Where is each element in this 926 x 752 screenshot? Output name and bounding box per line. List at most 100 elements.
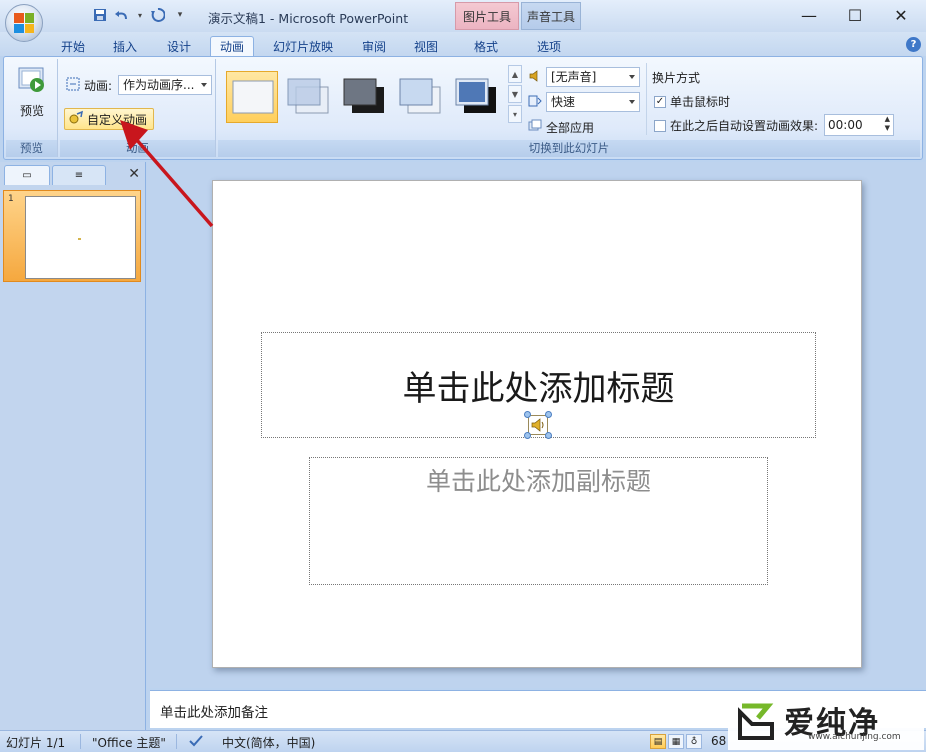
maximize-button[interactable]: ☐: [832, 0, 878, 30]
outline-tab-icon: ≡: [74, 170, 84, 181]
group-animations: 动画: 作为动画序... 自定义动画 动画: [60, 59, 216, 157]
transition-fade-black-option[interactable]: [338, 71, 390, 123]
apply-to-all-button[interactable]: 全部应用: [528, 119, 594, 136]
slides-tab[interactable]: ▭: [4, 165, 50, 185]
customize-qat-icon[interactable]: ▾: [172, 7, 188, 23]
close-button[interactable]: ✕: [878, 0, 924, 30]
tab-design[interactable]: 设计: [156, 36, 202, 56]
undo-icon[interactable]: [114, 7, 130, 23]
office-button[interactable]: [5, 4, 43, 42]
quick-access-toolbar: ▾ ▾: [50, 7, 188, 23]
normal-view-button[interactable]: ▤: [650, 734, 666, 749]
slide-show-view-button[interactable]: ♁: [686, 734, 702, 749]
animate-dropdown[interactable]: 作为动画序...: [118, 75, 212, 95]
tab-animations[interactable]: 动画: [210, 36, 254, 56]
custom-animation-icon: [68, 110, 84, 129]
tab-slide-show[interactable]: 幻灯片放映: [262, 36, 344, 56]
slide-show-icon: ♁: [690, 736, 698, 747]
slide-sorter-view-button[interactable]: ▦: [668, 734, 684, 749]
context-tab-picture-tools: 图片工具: [455, 2, 519, 30]
preview-button[interactable]: 预览: [14, 65, 50, 119]
tab-insert[interactable]: 插入: [104, 36, 146, 56]
tab-view[interactable]: 视图: [404, 36, 448, 56]
slide-thumbnail-row[interactable]: 1: [3, 190, 141, 282]
slides-pane-tabs: ▭ ≡ ✕: [0, 162, 146, 186]
auto-after-row[interactable]: 在此之后自动设置动画效果:: [654, 117, 818, 134]
transition-none-icon: [232, 80, 274, 114]
transition-fade-black-icon: [343, 78, 384, 113]
gallery-scroll-up-icon[interactable]: ▲: [508, 65, 522, 83]
spell-check-icon[interactable]: [188, 734, 204, 751]
thumbnail-sound-icon: [78, 238, 81, 240]
auto-after-label: 在此之后自动设置动画效果:: [670, 119, 819, 133]
animate-dropdown-value: 作为动画序...: [123, 78, 195, 92]
tab-options[interactable]: 选项: [526, 36, 572, 56]
transition-speed-dropdown[interactable]: 快速: [546, 92, 640, 112]
tab-home[interactable]: 开始: [52, 36, 94, 56]
on-mouse-click-checkbox[interactable]: ✓: [654, 95, 666, 108]
title-bar: ▾ ▾ 演示文稿1 - Microsoft PowerPoint 图片工具 声音…: [0, 0, 926, 32]
transition-cut-black-option[interactable]: [450, 71, 502, 123]
transition-sound-value: [无声音]: [551, 70, 597, 84]
advance-slide-heading-text: 换片方式: [652, 71, 701, 85]
office-logo-icon: [14, 13, 34, 33]
animate-row: 动画:: [66, 77, 112, 94]
auto-after-time-value: 00:00: [828, 118, 863, 132]
transition-fade-smoothly-option[interactable]: [282, 71, 334, 123]
gallery-scroll-down-icon[interactable]: ▼: [508, 85, 522, 103]
animate-icon: [66, 77, 80, 94]
undo-dropdown-icon[interactable]: ▾: [136, 7, 144, 23]
auto-after-checkbox[interactable]: [654, 119, 666, 132]
tab-format[interactable]: 格式: [463, 36, 509, 56]
slide-sorter-icon: ▦: [671, 736, 681, 747]
minimize-button[interactable]: —: [786, 0, 832, 30]
sound-object[interactable]: [524, 411, 552, 439]
speed-icon: [528, 94, 542, 111]
on-mouse-click-label: 单击鼠标时: [670, 95, 731, 109]
preview-icon: [17, 65, 47, 98]
on-mouse-click-row[interactable]: ✓ 单击鼠标时: [654, 93, 730, 110]
sound-icon: [528, 69, 542, 86]
transition-sound-dropdown[interactable]: [无声音]: [546, 67, 640, 87]
notes-placeholder: 单击此处添加备注: [160, 705, 268, 721]
group-divider: [646, 63, 647, 135]
watermark-logo-icon: [736, 702, 776, 742]
slide-thumbnail[interactable]: [25, 196, 136, 279]
gallery-more-icon[interactable]: ▾: [508, 105, 522, 123]
group-label-transition: 切换到此幻灯片: [218, 140, 920, 157]
ribbon-panel: 预览 预览 动画: 作为动画序... 自定义动画 动画 ▲ ▼ ▾ [无声音] …: [3, 56, 923, 160]
transition-sound-row: [528, 69, 542, 86]
advance-slide-heading: 换片方式: [652, 69, 700, 86]
redo-icon[interactable]: [150, 7, 166, 23]
zoom-level[interactable]: 68: [711, 734, 726, 748]
chevron-down-icon: [629, 100, 635, 104]
transition-cut-black-icon: [455, 78, 496, 113]
slide-canvas[interactable]: 单击此处添加标题 单击此处添加副标题: [212, 180, 862, 668]
outline-tab[interactable]: ≡: [52, 165, 106, 185]
transition-none-option[interactable]: [226, 71, 278, 123]
close-pane-icon[interactable]: ✕: [128, 166, 140, 182]
group-preview: 预览 预览: [6, 59, 58, 157]
group-label-animations: 动画: [60, 140, 215, 157]
resize-handle[interactable]: [524, 432, 531, 439]
transition-cut-option[interactable]: [394, 71, 446, 123]
resize-handle[interactable]: [545, 411, 552, 418]
group-transition: ▲ ▼ ▾ [无声音] 快速 全部应用 换片方式 ✓ 单击鼠标时 在此之后自动设…: [218, 59, 920, 157]
slide-count: 幻灯片 1/1: [6, 736, 66, 750]
help-icon[interactable]: ?: [906, 37, 921, 52]
save-icon[interactable]: [92, 7, 108, 23]
slides-tab-icon: ▭: [22, 170, 32, 181]
language[interactable]: 中文(简体，中国): [222, 734, 315, 751]
tab-review[interactable]: 审阅: [352, 36, 396, 56]
transition-speed-row: [528, 94, 542, 111]
auto-after-time-input[interactable]: 00:00 ▲ ▼: [824, 114, 894, 136]
watermark-url: www.aichunjing.com: [808, 732, 901, 742]
subtitle-placeholder[interactable]: 单击此处添加副标题: [309, 457, 768, 585]
resize-handle[interactable]: [524, 411, 531, 418]
group-label-preview: 预览: [6, 140, 57, 157]
custom-animation-button[interactable]: 自定义动画: [64, 108, 155, 130]
transition-fade-icon: [287, 78, 329, 114]
spin-arrows-icon: ▲ ▼: [884, 115, 890, 132]
resize-handle[interactable]: [545, 432, 552, 439]
slides-pane: ▭ ≡ ✕ 1: [0, 162, 146, 730]
